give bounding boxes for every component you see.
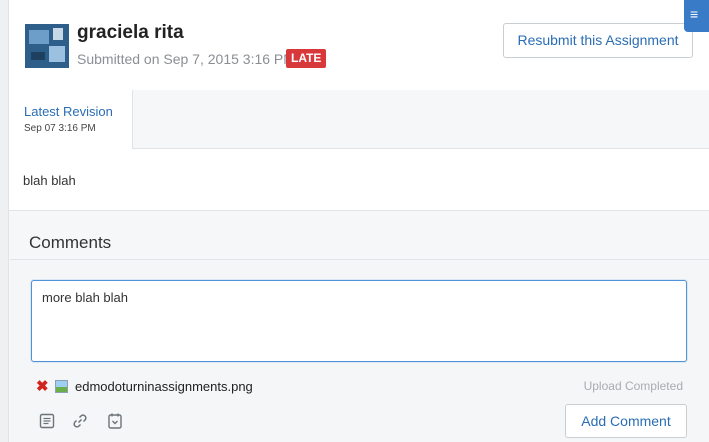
document-icon[interactable] bbox=[38, 412, 56, 430]
image-file-icon bbox=[55, 380, 68, 393]
comment-input[interactable]: more blah blah bbox=[31, 280, 687, 362]
comments-section: Comments more blah blah ✖ edmodoturninas… bbox=[9, 211, 709, 442]
avatar bbox=[25, 24, 69, 68]
toggle-icon: ≡ bbox=[690, 6, 699, 22]
side-panel-toggle[interactable]: ≡ bbox=[684, 0, 709, 32]
tab-latest-revision[interactable]: Latest Revision Sep 07 3:16 PM bbox=[9, 90, 133, 149]
composer-tools bbox=[38, 412, 138, 432]
submission-body: blah blah bbox=[23, 173, 76, 188]
late-badge: LATE bbox=[286, 49, 327, 68]
revision-title: Latest Revision bbox=[24, 104, 113, 119]
submission-header: graciela rita Submitted on Sep 7, 2015 3… bbox=[9, 0, 709, 90]
revision-date: Sep 07 3:16 PM bbox=[24, 123, 96, 134]
submission-card: graciela rita Submitted on Sep 7, 2015 3… bbox=[8, 0, 709, 442]
revision-tabs: Latest Revision Sep 07 3:16 PM bbox=[9, 90, 709, 149]
remove-attachment-icon[interactable]: ✖ bbox=[36, 379, 49, 394]
upload-status: Upload Completed bbox=[583, 379, 683, 393]
attachment-row: ✖ edmodoturninassignments.png Upload Com… bbox=[36, 378, 696, 396]
student-name: graciela rita bbox=[77, 22, 184, 43]
attachment-file-name: edmodoturninassignments.png bbox=[75, 379, 253, 394]
resubmit-assignment-button[interactable]: Resubmit this Assignment bbox=[503, 23, 693, 58]
comments-heading: Comments bbox=[29, 233, 112, 252]
library-icon[interactable] bbox=[106, 412, 124, 430]
link-icon[interactable] bbox=[71, 412, 89, 430]
comment-composer: more blah blah ✖ edmodoturninassignments… bbox=[10, 259, 709, 442]
submitted-timestamp: Submitted on Sep 7, 2015 3:16 PM bbox=[77, 51, 295, 67]
add-comment-button[interactable]: Add Comment bbox=[565, 404, 687, 438]
